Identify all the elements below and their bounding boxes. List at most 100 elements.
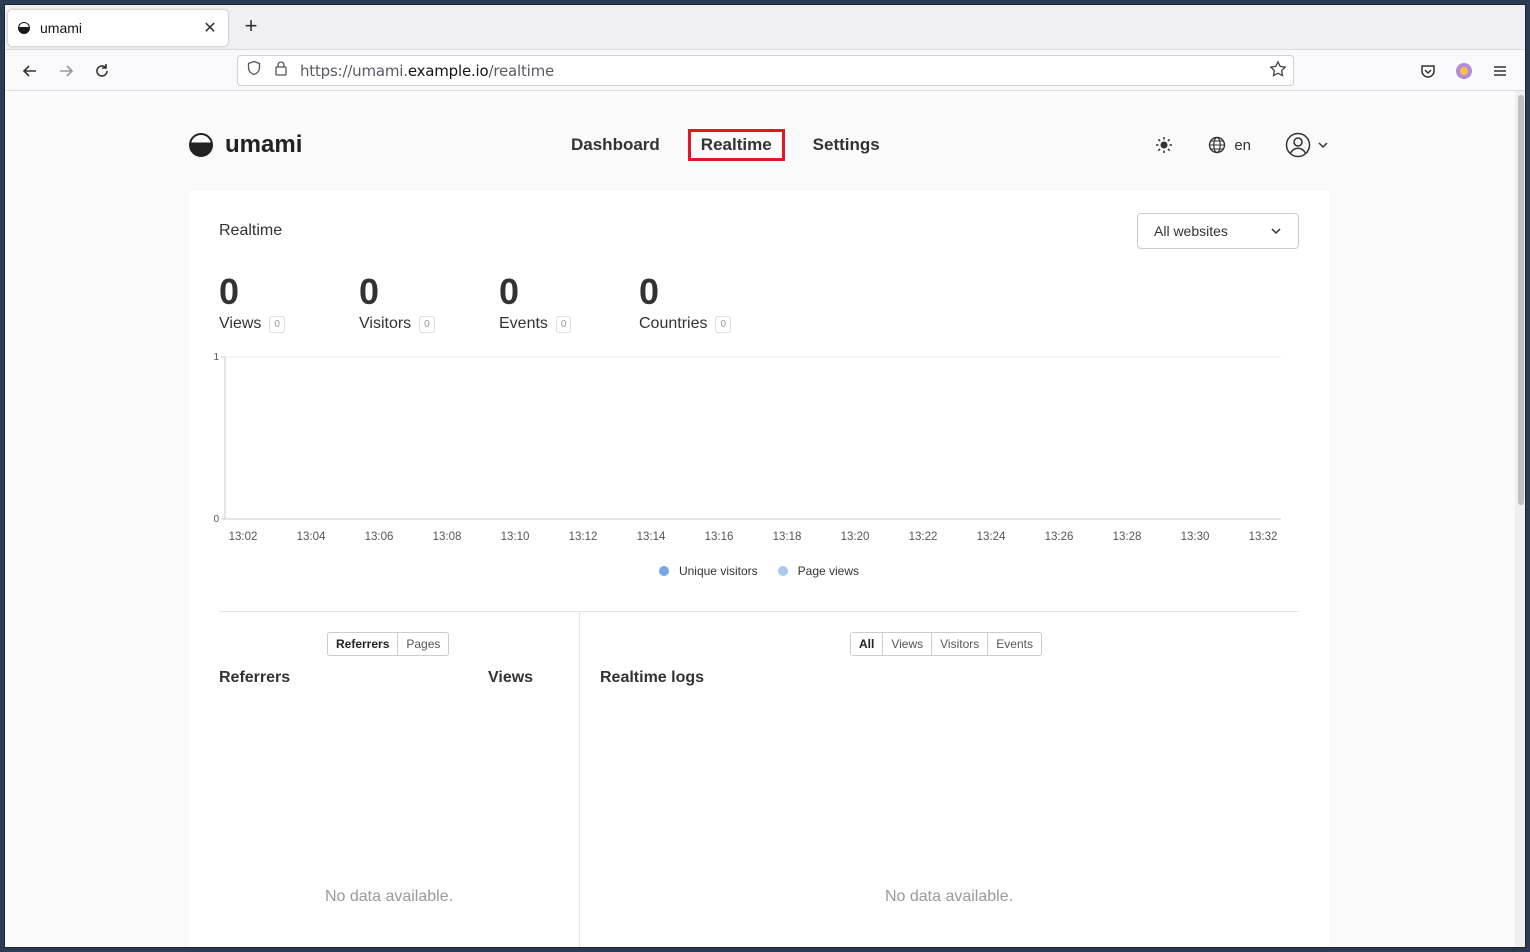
x-tick-label: 13:30 bbox=[1181, 531, 1210, 543]
globe-icon bbox=[1209, 136, 1226, 154]
realtime-chart: 1 0 13:02 13:04 13:06 13:08 13:10 13:12 13:14 13:… bbox=[213, 352, 1281, 543]
sun-icon[interactable] bbox=[1150, 131, 1178, 159]
nav-settings[interactable]: Settings bbox=[801, 129, 892, 161]
hamburger-menu-icon[interactable] bbox=[1487, 58, 1513, 84]
tab-pages[interactable]: Pages bbox=[398, 633, 449, 655]
forward-arrow-icon[interactable] bbox=[53, 58, 79, 84]
page-scrollbar[interactable] bbox=[1515, 91, 1525, 947]
umami-favicon-icon bbox=[18, 22, 30, 34]
realtime-logs-title: Realtime logs bbox=[600, 669, 705, 686]
profile-menu-button[interactable] bbox=[1285, 132, 1329, 158]
chevron-down-icon bbox=[1271, 228, 1281, 235]
pocket-icon[interactable] bbox=[1415, 58, 1441, 84]
referrers-empty-state: No data available. bbox=[324, 888, 454, 905]
logs-empty-state: No data available. bbox=[884, 888, 1014, 905]
x-tick-label: 13:12 bbox=[569, 531, 598, 543]
metric-badge: 0 bbox=[715, 315, 732, 333]
y-tick-label: 0 bbox=[213, 514, 219, 525]
metric-label: Visitors bbox=[359, 315, 412, 332]
tab-referrers[interactable]: Referrers bbox=[328, 633, 399, 655]
section-divider bbox=[219, 611, 1299, 612]
legend-dot bbox=[658, 566, 669, 576]
x-tick-label: 13:16 bbox=[705, 531, 734, 543]
realtime-card: Realtime All websites 0 Views 0 0 Visitor… bbox=[189, 191, 1329, 947]
metric-value: 0 bbox=[499, 271, 520, 312]
umami-logo-icon bbox=[189, 133, 213, 157]
x-tick-label: 13:20 bbox=[841, 531, 870, 543]
metric-badge: 0 bbox=[419, 315, 435, 333]
x-tick-label: 13:32 bbox=[1249, 531, 1278, 543]
metric-label: Events bbox=[499, 315, 548, 332]
column-divider bbox=[579, 611, 580, 947]
metric-visitors: 0 Visitors 0 bbox=[359, 271, 499, 333]
main-nav: Dashboard Realtime Settings bbox=[559, 129, 908, 161]
scrollbar-thumb[interactable] bbox=[1518, 95, 1524, 505]
legend-dot bbox=[777, 566, 788, 576]
x-tick-label: 13:08 bbox=[433, 531, 462, 543]
x-tick-label: 13:02 bbox=[229, 531, 258, 543]
page-content: umami Dashboard Realtime Settings en Rea… bbox=[5, 91, 1515, 947]
metrics-bar: 0 Views 0 0 Visitors 0 0 Events 0 0 Countri… bbox=[219, 271, 779, 333]
metric-value: 0 bbox=[359, 271, 380, 312]
referrers-toggle: Referrers Pages bbox=[327, 632, 450, 656]
filter-all[interactable]: All bbox=[851, 633, 884, 655]
metric-badge: 0 bbox=[269, 315, 285, 333]
browser-tab[interactable]: umami ✕ bbox=[8, 10, 228, 46]
app-header: umami Dashboard Realtime Settings en bbox=[189, 121, 1329, 169]
referrers-title: Referrers bbox=[219, 669, 291, 686]
reload-icon[interactable] bbox=[89, 58, 115, 84]
website-select[interactable]: All websites bbox=[1137, 213, 1299, 249]
header-actions: en bbox=[1150, 131, 1329, 159]
filter-visitors[interactable]: Visitors bbox=[932, 633, 989, 655]
brand-name: umami bbox=[225, 131, 303, 158]
user-circle-icon bbox=[1285, 132, 1311, 158]
legend-label: Page views bbox=[797, 564, 860, 578]
back-arrow-icon[interactable] bbox=[17, 58, 43, 84]
language-button[interactable]: en bbox=[1208, 136, 1251, 154]
bookmark-star-icon[interactable] bbox=[1269, 60, 1287, 83]
metric-events: 0 Events 0 bbox=[499, 271, 639, 333]
nav-dashboard[interactable]: Dashboard bbox=[559, 129, 672, 161]
language-code: en bbox=[1234, 136, 1251, 154]
url-text[interactable]: https://umami.example.io/realtime bbox=[300, 62, 554, 80]
account-avatar-icon[interactable] bbox=[1451, 58, 1477, 84]
x-tick-label: 13:22 bbox=[909, 531, 938, 543]
metric-value: 0 bbox=[639, 271, 660, 312]
views-column-header: Views bbox=[488, 669, 534, 686]
x-tick-label: 13:14 bbox=[637, 531, 666, 543]
website-select-value: All websites bbox=[1154, 223, 1228, 239]
metric-label: Countries bbox=[639, 315, 708, 332]
x-tick-label: 13:04 bbox=[297, 531, 326, 543]
chevron-down-icon bbox=[1318, 142, 1328, 149]
page-title: Realtime bbox=[219, 222, 283, 239]
legend-page-views[interactable]: Page views bbox=[777, 564, 860, 578]
filter-views[interactable]: Views bbox=[883, 633, 933, 655]
metric-badge: 0 bbox=[555, 315, 572, 333]
navigation-toolbar: https://umami.example.io/realtime bbox=[5, 50, 1525, 91]
legend-label: Unique visitors bbox=[678, 564, 758, 578]
y-tick-label: 1 bbox=[213, 352, 219, 363]
shield-icon[interactable] bbox=[246, 60, 262, 81]
nav-realtime[interactable]: Realtime bbox=[687, 129, 785, 161]
tab-strip: umami ✕ + bbox=[5, 5, 1525, 50]
x-tick-label: 13:28 bbox=[1113, 531, 1142, 543]
metric-views: 0 Views 0 bbox=[219, 271, 359, 333]
lock-icon[interactable] bbox=[274, 60, 288, 81]
metric-value: 0 bbox=[219, 271, 240, 312]
tab-title: umami bbox=[40, 20, 83, 36]
chart-legend: Unique visitors Page views bbox=[189, 564, 1329, 578]
x-tick-label: 13:24 bbox=[977, 531, 1006, 543]
metric-label: Views bbox=[219, 315, 262, 332]
address-bar[interactable]: https://umami.example.io/realtime bbox=[237, 55, 1294, 86]
logs-filter: All Views Visitors Events bbox=[850, 632, 1042, 656]
metric-countries: 0 Countries 0 bbox=[639, 271, 779, 333]
legend-unique-visitors[interactable]: Unique visitors bbox=[658, 564, 758, 578]
x-tick-label: 13:06 bbox=[365, 531, 394, 543]
new-tab-icon[interactable]: + bbox=[239, 15, 263, 39]
x-tick-label: 13:10 bbox=[501, 531, 530, 543]
logo[interactable]: umami bbox=[189, 131, 302, 159]
close-tab-icon[interactable]: ✕ bbox=[202, 18, 218, 38]
filter-events[interactable]: Events bbox=[988, 633, 1041, 655]
x-tick-label: 13:18 bbox=[773, 531, 802, 543]
x-tick-label: 13:26 bbox=[1045, 531, 1074, 543]
